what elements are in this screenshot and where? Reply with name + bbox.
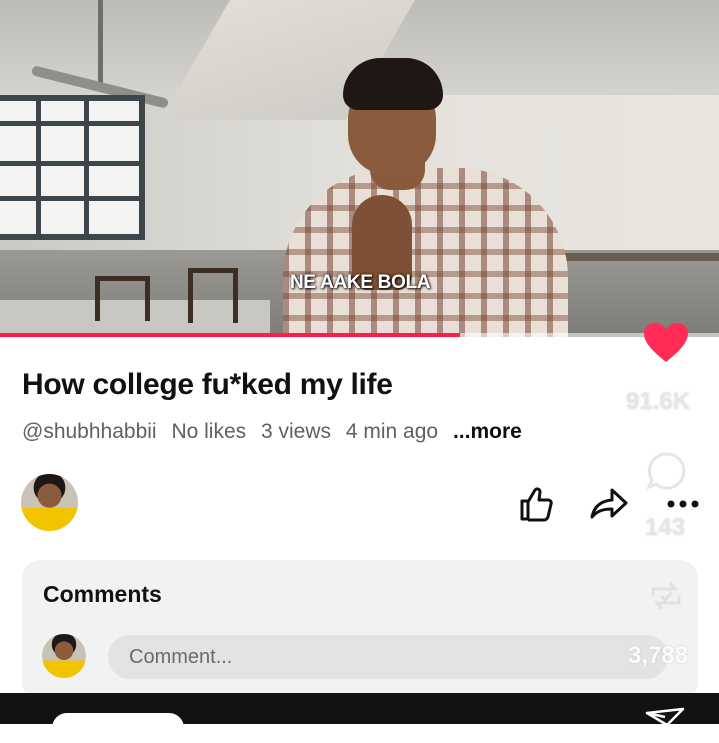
more-button[interactable] <box>666 495 700 513</box>
upload-time: 4 min ago <box>345 420 439 443</box>
person-hair <box>343 58 443 110</box>
likes-count: No likes <box>171 420 247 443</box>
send-button[interactable] <box>645 707 687 732</box>
comments-title: Comments <box>43 581 162 607</box>
remix-icon-overlay[interactable] <box>645 575 687 622</box>
remix-icon <box>651 582 681 610</box>
window <box>0 95 145 240</box>
more-link[interactable]: ...more <box>453 420 522 443</box>
user-avatar <box>42 634 86 678</box>
bottom-pill[interactable] <box>52 713 184 743</box>
video-title: How college fu*ked my life <box>22 368 393 401</box>
comment-icon-overlay[interactable] <box>646 450 688 497</box>
comment-count: 143 <box>645 514 686 541</box>
channel-avatar[interactable] <box>21 474 78 531</box>
heart-button[interactable] <box>643 322 689 364</box>
remix-count: 3,788 <box>628 642 689 669</box>
views-count: 3 views <box>260 420 332 443</box>
video-player[interactable]: NE AAKE BOLA <box>0 0 719 337</box>
comment-input[interactable] <box>108 635 668 679</box>
comment-icon <box>646 452 686 490</box>
video-meta: @shubhhabbii No likes 3 views 4 min ago … <box>22 420 531 444</box>
send-icon <box>645 707 685 727</box>
share-button[interactable] <box>588 484 630 524</box>
person-shirt <box>283 168 568 337</box>
more-icon <box>667 500 699 508</box>
share-icon <box>590 488 628 519</box>
channel-handle[interactable]: @shubhhabbii <box>22 420 157 443</box>
chair <box>95 276 150 321</box>
wall-strip <box>540 253 719 261</box>
like-button[interactable] <box>516 484 556 524</box>
fan-rod <box>98 0 103 85</box>
video-caption: NE AAKE BOLA <box>290 272 431 293</box>
like-count: 91.6K <box>626 388 691 415</box>
heart-icon <box>644 323 688 362</box>
thumbs-up-icon <box>520 487 553 522</box>
chair <box>188 268 238 323</box>
